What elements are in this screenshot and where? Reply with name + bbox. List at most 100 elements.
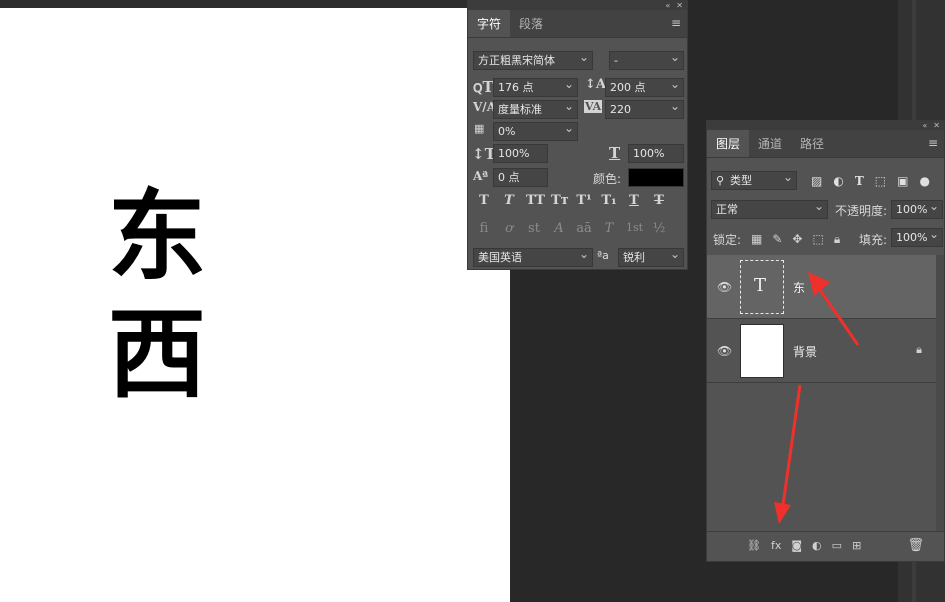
lock-image-icon[interactable]: ✎ [772,232,782,247]
old-style-button[interactable]: ơ [501,221,517,236]
language-select[interactable]: 美国英语 [473,246,593,267]
shape-filter-icon[interactable]: ⬚ [875,174,886,188]
panel-menu-icon[interactable]: ≡ [928,136,938,150]
baseline-shift-icon: Aª [473,169,489,183]
tab-paragraph[interactable]: 段落 [510,10,552,37]
text-layer-icon: T [754,275,767,296]
layer-row-text[interactable]: 👁︎ T 东 [707,255,936,319]
adjustment-filter-icon[interactable]: ◐ [833,174,843,188]
lock-icons: ▦ ✎ ✥ ⬚ 🔒︎ [751,232,840,247]
layer-name[interactable]: 东 [793,279,805,296]
adjustment-icon[interactable]: ◐ [812,539,822,552]
layer-row-background[interactable]: 👁︎ 背景 🔒︎ [707,319,936,383]
layers-tabs: 图层 通道 路径 ≡ [707,130,944,158]
filter-kind-label: 类型 [730,174,752,187]
antialias-icon: ªa [597,249,609,262]
kerning-field[interactable]: 度量标准 [493,98,578,119]
lock-artboard-icon[interactable]: ⬚ [812,232,823,247]
character-panel: « ✕ 字符 段落 ≡ 方正粗黑宋简体 - ꞯT 176 点 ↕A 200 点 … [467,0,688,270]
canvas-text[interactable]: 东 西 [108,178,206,414]
panel-header-bar: « ✕ [707,121,944,130]
character-tabs: 字符 段落 ≡ [468,10,687,38]
horizontal-scale-field[interactable]: 100% [628,144,684,163]
fx-icon[interactable]: fx [771,539,781,552]
document-canvas[interactable]: 东 西 [0,8,510,602]
tsume-field[interactable]: 0% [493,120,578,141]
close-panel-icon[interactable]: ✕ [676,1,683,10]
lock-icon: 🔒︎ [916,343,922,356]
leading-field[interactable]: 200 点 [605,76,684,97]
layer-thumbnail [740,324,784,378]
superscript-button[interactable]: T¹ [576,193,592,208]
collapse-icon[interactable]: « [665,1,670,10]
fill-field[interactable]: 100% [891,226,943,247]
filter-toggle-icon[interactable]: ● [919,174,929,188]
layers-panel: « ✕ 图层 通道 路径 ≡ ⚲ 类型 ▨ ◐ T ⬚ ▣ ● 正常 不透明度:… [706,120,945,562]
horizontal-scale-icon: T [609,144,621,162]
visibility-eye-icon[interactable]: 👁︎ [717,280,732,294]
lock-transparent-icon[interactable]: ▦ [751,232,762,247]
lock-label: 锁定: [713,233,742,247]
font-style-select[interactable]: - [609,49,684,70]
close-panel-icon[interactable]: ✕ [933,121,940,130]
opacity-label: 不透明度: [835,204,888,218]
new-layer-icon[interactable]: ⊞ [852,539,861,552]
collapse-icon[interactable]: « [922,121,927,130]
subscript-button[interactable]: T₁ [601,193,617,208]
vertical-scale-field[interactable]: 100% [493,144,548,163]
layer-thumbnail: T [740,260,784,314]
antialias-select[interactable]: 锐利 [618,246,684,267]
canvas-text-line-1: 东 [108,179,207,294]
document-tab-bar [0,0,510,8]
opacity-field[interactable]: 100% [891,198,943,219]
panel-menu-icon[interactable]: ≡ [671,16,681,30]
baseline-shift-field[interactable]: 0 点 [493,168,548,187]
small-caps-button[interactable]: Tт [551,193,569,208]
underline-button[interactable]: T [626,193,642,208]
font-size-icon: ꞯT [473,78,494,96]
layers-scrollbar[interactable] [936,255,944,555]
layer-name[interactable]: 背景 [793,343,817,360]
strikethrough-button[interactable]: T [651,193,667,208]
tab-paths[interactable]: 路径 [791,130,833,157]
text-color-swatch[interactable] [628,168,684,187]
titling-button[interactable]: T [601,221,617,236]
lock-all-icon[interactable]: 🔒︎ [834,232,840,247]
ligatures-button[interactable]: fi [476,221,492,236]
trash-icon[interactable]: 🗑︎ [907,538,924,553]
mask-icon[interactable]: ◙ [791,539,802,552]
link-icon[interactable]: ⛓ [747,539,761,552]
font-size-field[interactable]: 176 点 [493,76,578,97]
visibility-eye-icon[interactable]: 👁︎ [717,344,732,358]
faux-bold-button[interactable]: T [476,193,492,208]
faux-italic-button[interactable]: T [501,193,517,208]
font-family-select[interactable]: 方正粗黑宋简体 [473,49,593,70]
smart-object-filter-icon[interactable]: ▣ [897,174,908,188]
discretionary-ligatures-button[interactable]: st [526,221,542,236]
layer-actions: ⛓ fx ◙ ◐ ▭ ⊞ [747,539,861,552]
lock-position-icon[interactable]: ✥ [792,232,802,247]
type-filter-icon[interactable]: T [855,174,864,188]
tsume-icon: ▦ [474,122,485,135]
all-caps-button[interactable]: TT [526,193,545,208]
stylistic-alternates-button[interactable]: aā [576,221,592,236]
layer-filter-icons: ▨ ◐ T ⬚ ▣ ● [811,174,930,188]
ordinals-button[interactable]: 1st [626,221,643,236]
filter-kind-select[interactable]: ⚲ 类型 [711,169,797,190]
canvas-text-line-2: 西 [108,297,207,412]
tracking-field[interactable]: 220 [605,98,684,119]
pixel-filter-icon[interactable]: ▨ [811,174,822,188]
font-style-buttons: T T TT Tт T¹ T₁ T T [476,193,667,208]
fill-label: 填充: [859,233,888,247]
fractions-button[interactable]: ½ [651,221,667,236]
swash-button[interactable]: A [551,221,567,236]
tab-layers[interactable]: 图层 [707,130,750,157]
layers-bottom-bar: ⛓ fx ◙ ◐ ▭ ⊞ 🗑︎ [707,531,944,561]
opentype-buttons: fi ơ st A aā T 1st ½ [476,221,667,236]
tab-character[interactable]: 字符 [468,10,511,37]
group-icon[interactable]: ▭ [832,539,842,552]
blend-mode-select[interactable]: 正常 [711,198,828,219]
tracking-icon: VA [584,100,603,113]
panel-header-bar: « ✕ [468,1,687,10]
tab-channels[interactable]: 通道 [749,130,791,157]
